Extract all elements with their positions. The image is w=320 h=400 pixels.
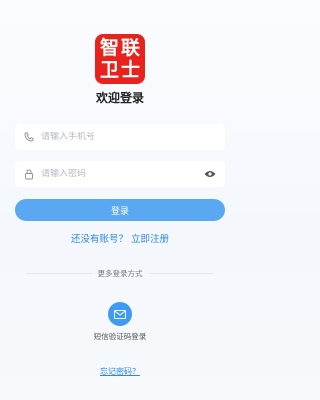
login-button[interactable]: 登录 [15,199,225,221]
sms-login-label[interactable]: 短信验证码登录 [0,331,240,342]
mail-icon[interactable] [108,302,132,326]
register-link[interactable]: 还没有账号？ 立即注册 [0,231,240,245]
eye-icon[interactable] [203,168,217,180]
password-input[interactable] [41,169,203,179]
app-logo: 智 联 卫 士 [95,34,145,84]
logo-char: 联 [120,37,140,59]
phone-input[interactable] [41,132,217,142]
phone-field[interactable] [15,124,225,150]
phone-icon [23,131,35,143]
more-methods-label: 更多登录方式 [97,269,143,278]
forgot-password-link[interactable]: 忘记密码？ [0,366,240,377]
page-title: 欢迎登录 [95,91,144,105]
logo-char: 士 [120,59,140,81]
more-methods-divider: 更多登录方式 [27,268,213,279]
divider-line [148,273,213,274]
lock-icon [23,168,35,180]
password-field[interactable] [15,161,225,187]
logo-char: 智 [99,37,119,59]
divider-line [27,273,92,274]
logo-char: 卫 [99,59,119,81]
